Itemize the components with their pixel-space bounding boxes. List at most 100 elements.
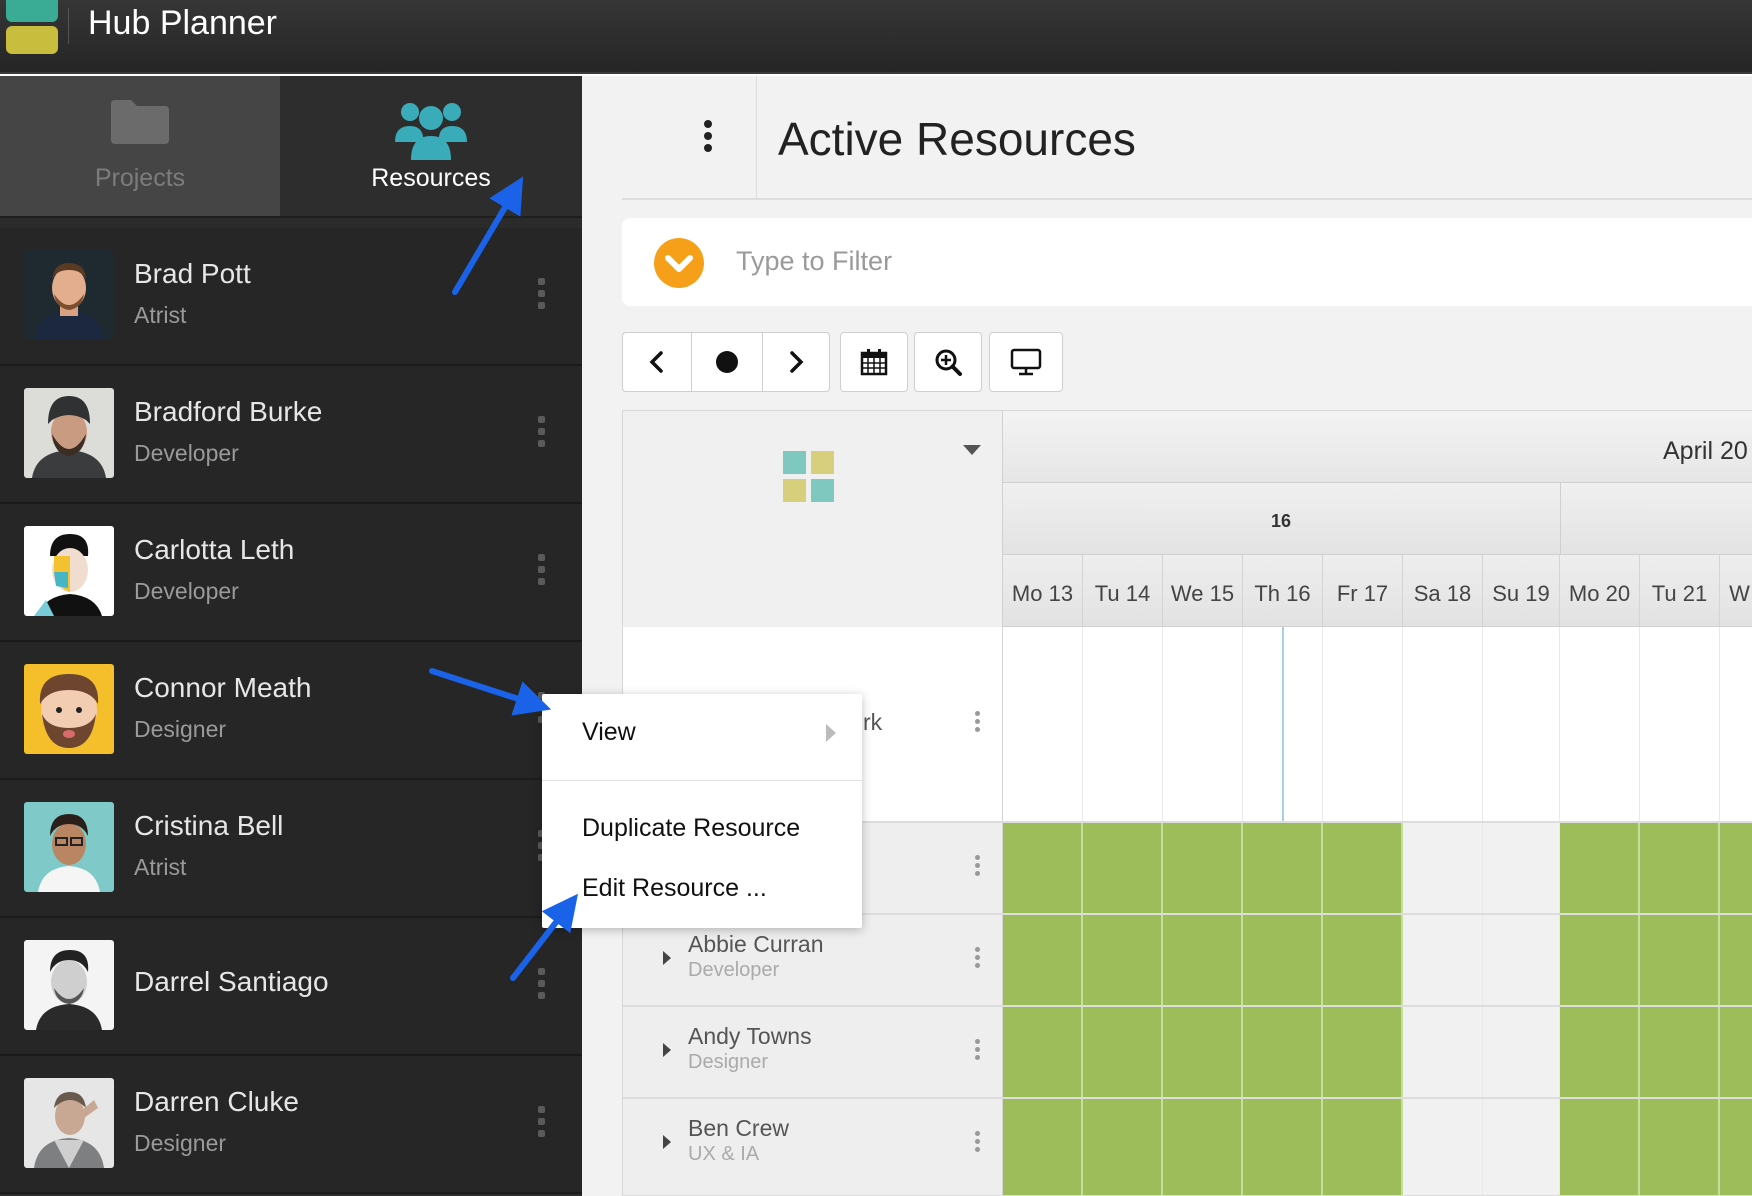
resource-item[interactable]: Bradford Burke Developer	[0, 366, 582, 504]
schedule-cell[interactable]	[1640, 1007, 1720, 1097]
schedule-cell[interactable]	[1163, 823, 1243, 913]
row-role: Designer	[688, 1051, 769, 1073]
tab-projects[interactable]: Projects	[0, 76, 280, 216]
schedule-cell[interactable]	[1163, 1099, 1243, 1195]
schedule-cell[interactable]	[1483, 915, 1560, 1005]
schedule-cell[interactable]	[1163, 627, 1243, 821]
expand-icon[interactable]	[663, 1135, 671, 1149]
schedule-cell[interactable]	[1640, 823, 1720, 913]
resource-menu-icon[interactable]	[538, 554, 546, 588]
schedule-cell[interactable]	[1323, 823, 1403, 913]
schedule-cell[interactable]	[1323, 915, 1403, 1005]
schedule-cell[interactable]	[1003, 915, 1083, 1005]
row-menu-icon[interactable]	[975, 1039, 980, 1063]
schedule-cell[interactable]	[1243, 823, 1323, 913]
schedule-cell[interactable]	[1720, 915, 1752, 1005]
context-menu-item-edit[interactable]: Edit Resource ...	[582, 874, 767, 903]
tab-resources[interactable]: Resources	[280, 76, 582, 216]
month-header: April 20	[1003, 411, 1752, 483]
apps-grid-icon[interactable]	[783, 451, 835, 503]
row-menu-icon[interactable]	[975, 947, 980, 971]
row-menu-icon[interactable]	[975, 1131, 980, 1155]
schedule-cell[interactable]	[1323, 1099, 1403, 1195]
table-row[interactable]: Andy Towns Designer	[623, 1007, 1752, 1099]
filter-dropdown-icon[interactable]	[654, 238, 704, 288]
expand-icon[interactable]	[663, 1043, 671, 1057]
schedule-cell[interactable]	[1003, 823, 1083, 913]
schedule-cell[interactable]	[1243, 1007, 1323, 1097]
display-button[interactable]	[989, 332, 1063, 392]
schedule-cell[interactable]	[1003, 1099, 1083, 1195]
row-name: Ben Crew	[688, 1115, 789, 1141]
schedule-cell[interactable]	[1163, 1007, 1243, 1097]
calendar-button[interactable]	[840, 332, 908, 392]
context-menu-item-view[interactable]: View	[582, 718, 636, 747]
resource-menu-icon[interactable]	[538, 416, 546, 450]
schedule-cell[interactable]	[1560, 915, 1640, 1005]
resource-item[interactable]: Cristina Bell Atrist	[0, 780, 582, 918]
hub-planner-logo[interactable]	[6, 0, 58, 54]
schedule-cell[interactable]	[1403, 915, 1483, 1005]
row-menu-icon[interactable]	[975, 711, 980, 735]
schedule-cell[interactable]	[1243, 915, 1323, 1005]
schedule-cell[interactable]	[1083, 915, 1163, 1005]
schedule-cell[interactable]	[1403, 1099, 1483, 1195]
resource-item[interactable]: Brad Pott Atrist	[0, 228, 582, 366]
resource-item[interactable]: Darrel Santiago	[0, 918, 582, 1056]
schedule-cell[interactable]	[1483, 627, 1560, 821]
resource-name: Brad Pott	[134, 258, 251, 289]
zoom-in-icon	[935, 349, 962, 376]
schedule-cell[interactable]	[1003, 1007, 1083, 1097]
schedule-cell[interactable]	[1560, 823, 1640, 913]
schedule-cell[interactable]	[1403, 823, 1483, 913]
schedule-cell[interactable]	[1560, 1007, 1640, 1097]
resource-menu-icon[interactable]	[538, 278, 546, 312]
avatar	[24, 388, 114, 478]
table-row[interactable]: Ben Crew UX & IA	[623, 1099, 1752, 1196]
schedule-cell[interactable]	[1483, 1099, 1560, 1195]
previous-button[interactable]	[622, 332, 692, 392]
week-label: 16	[1271, 511, 1292, 531]
zoom-button[interactable]	[914, 332, 982, 392]
page-menu-icon[interactable]	[704, 120, 712, 156]
resource-item[interactable]: Carlotta Leth Developer	[0, 504, 582, 642]
schedule-cell[interactable]	[1403, 1007, 1483, 1097]
schedule-cell[interactable]	[1720, 1007, 1752, 1097]
resource-menu-icon[interactable]	[538, 968, 546, 1002]
main-panel: Active Resources Type to Filter April 20…	[582, 76, 1752, 1196]
schedule-cell[interactable]	[1083, 1099, 1163, 1195]
row-label-cell: Abbie Curran Developer	[623, 915, 1003, 1005]
resource-list: Brad Pott Atrist Bradford Burke Develope…	[0, 228, 582, 1194]
resource-item[interactable]: Darren Cluke Designer	[0, 1056, 582, 1194]
table-row[interactable]: Abbie Curran Developer	[623, 915, 1752, 1007]
schedule-cell[interactable]	[1403, 627, 1483, 821]
resource-menu-icon[interactable]	[538, 1106, 546, 1140]
schedule-cell[interactable]	[1003, 627, 1083, 821]
schedule-cell[interactable]	[1163, 915, 1243, 1005]
schedule-cell[interactable]	[1323, 1007, 1403, 1097]
today-button[interactable]	[691, 332, 763, 392]
schedule-cell[interactable]	[1720, 627, 1752, 821]
filter-input[interactable]: Type to Filter	[736, 246, 892, 277]
next-button[interactable]	[762, 332, 830, 392]
schedule-cell[interactable]	[1083, 627, 1163, 821]
expand-icon[interactable]	[663, 951, 671, 965]
schedule-cell[interactable]	[1720, 1099, 1752, 1195]
schedule-cell[interactable]	[1083, 1007, 1163, 1097]
chevron-down-icon[interactable]	[963, 445, 981, 455]
tab-resources-label: Resources	[371, 164, 491, 192]
row-menu-icon[interactable]	[975, 855, 980, 879]
schedule-cell[interactable]	[1243, 1099, 1323, 1195]
schedule-cell[interactable]	[1083, 823, 1163, 913]
schedule-cell[interactable]	[1483, 823, 1560, 913]
schedule-cell[interactable]	[1323, 627, 1403, 821]
schedule-cell[interactable]	[1560, 627, 1640, 821]
schedule-cell[interactable]	[1720, 823, 1752, 913]
schedule-cell[interactable]	[1640, 915, 1720, 1005]
schedule-cell[interactable]	[1560, 1099, 1640, 1195]
schedule-cell[interactable]	[1483, 1007, 1560, 1097]
schedule-cell[interactable]	[1640, 1099, 1720, 1195]
context-menu-item-duplicate[interactable]: Duplicate Resource	[582, 814, 800, 843]
resource-item[interactable]: Connor Meath Designer	[0, 642, 582, 780]
schedule-cell[interactable]	[1640, 627, 1720, 821]
